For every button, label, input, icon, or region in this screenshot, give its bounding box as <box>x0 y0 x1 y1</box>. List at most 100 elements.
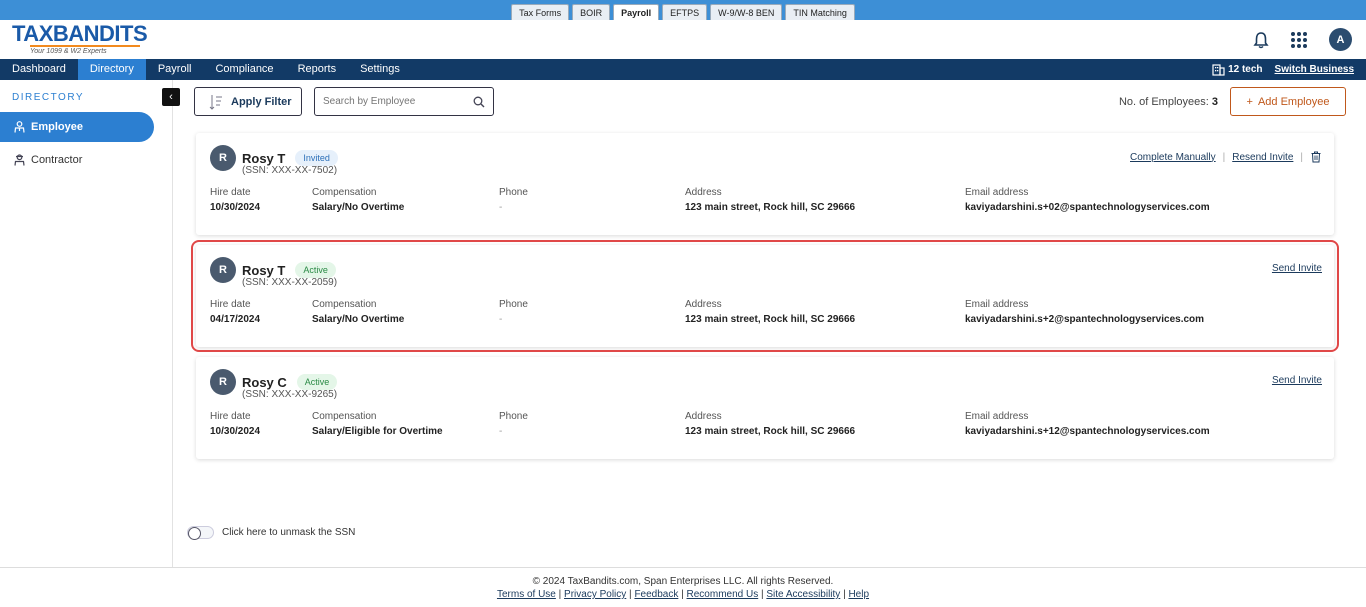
switch-business-link[interactable]: Switch Business <box>1275 64 1354 75</box>
employee-count-value: 3 <box>1211 95 1218 108</box>
employee-card: R Rosy T Invited (SSN: XXX-XX-7502) Hire… <box>196 133 1334 235</box>
footer-link-feedback[interactable]: Feedback <box>634 589 678 600</box>
employee-directory: Apply Filter No. of Employees: 3 + Add E… <box>191 80 1346 459</box>
logo-wordmark: TAXBANDITS <box>12 21 148 46</box>
nav-compliance[interactable]: Compliance <box>203 59 285 80</box>
business-name: 12 tech <box>1228 64 1263 75</box>
nav-directory[interactable]: Directory <box>77 59 146 80</box>
compensation-label: Compensation <box>312 187 377 198</box>
email-value: kaviyadarshini.s+02@spantechnologyservic… <box>965 202 1210 213</box>
logo-tagline: Your 1099 & W2 Experts <box>30 45 140 56</box>
product-tab-tax-forms[interactable]: Tax Forms <box>511 4 570 20</box>
address-value: 123 main street, Rock hill, SC 29666 <box>685 202 856 213</box>
employee-avatar: R <box>210 369 236 395</box>
search-icon[interactable] <box>473 96 485 108</box>
trash-icon[interactable] <box>1310 151 1322 163</box>
status-badge: Active <box>296 374 338 390</box>
employee-count: No. of Employees: 3 <box>1119 96 1218 108</box>
hire-date-label: Hire date <box>210 299 251 310</box>
search-box <box>314 87 494 116</box>
employee-name[interactable]: Rosy T <box>242 151 285 166</box>
email-label: Email address <box>965 187 1029 198</box>
filter-sort-icon <box>209 94 222 110</box>
footer-link-privacy[interactable]: Privacy Policy <box>564 589 626 600</box>
send-invite-link[interactable]: Send Invite <box>1272 263 1322 274</box>
footer-link-recommend[interactable]: Recommend Us <box>687 589 759 600</box>
unmask-ssn-label: Click here to unmask the SSN <box>222 527 356 538</box>
product-tab-eftps[interactable]: EFTPS <box>662 4 708 20</box>
phone-label: Phone <box>499 187 528 198</box>
address-label: Address <box>685 411 722 422</box>
resend-invite-link[interactable]: Resend Invite <box>1232 152 1293 163</box>
collapse-sidebar-button[interactable]: ‹ <box>162 88 180 106</box>
product-tab-boir[interactable]: BOIR <box>572 4 611 20</box>
nav-payroll[interactable]: Payroll <box>146 59 204 80</box>
action-separator: | <box>1222 151 1226 163</box>
compensation-value: Salary/Eligible for Overtime <box>312 426 443 437</box>
sidebar-item-employee[interactable]: Employee <box>0 112 154 142</box>
compensation-label: Compensation <box>312 411 377 422</box>
complete-manually-link[interactable]: Complete Manually <box>1130 152 1216 163</box>
product-tab-w9-w8ben[interactable]: W-9/W-8 BEN <box>710 4 783 20</box>
plus-icon: + <box>1246 95 1253 108</box>
status-badge: Invited <box>295 150 338 166</box>
hire-date-value: 10/30/2024 <box>210 202 261 213</box>
copyright-text: © 2024 TaxBandits.com, Span Enterprises … <box>532 576 834 587</box>
user-avatar[interactable]: A <box>1329 28 1352 51</box>
phone-label: Phone <box>499 411 528 422</box>
page-footer: © 2024 TaxBandits.com, Span Enterprises … <box>0 567 1366 607</box>
hire-date-value: 10/30/2024 <box>210 426 261 437</box>
address-label: Address <box>685 187 722 198</box>
search-employee-input[interactable] <box>323 96 463 107</box>
employee-icon <box>14 121 25 133</box>
product-tab-payroll[interactable]: Payroll <box>613 4 660 20</box>
contractor-icon <box>14 154 25 166</box>
unmask-ssn-control: Click here to unmask the SSN <box>187 526 356 540</box>
directory-sidebar: DIRECTORY ‹ Employee Contractor <box>0 80 180 567</box>
employee-card: R Rosy T Active (SSN: XXX-XX-2059) Hire … <box>191 240 1339 352</box>
bell-icon[interactable] <box>1253 31 1269 49</box>
address-label: Address <box>685 299 722 310</box>
nav-settings[interactable]: Settings <box>348 59 412 80</box>
apply-filter-label: Apply Filter <box>231 95 292 108</box>
employee-avatar: R <box>210 145 236 171</box>
sidebar-item-label: Employee <box>31 121 83 133</box>
employee-ssn: (SSN: XXX-XX-2059) <box>242 277 338 288</box>
email-label: Email address <box>965 411 1029 422</box>
phone-value: - <box>499 314 503 325</box>
hire-date-label: Hire date <box>210 411 251 422</box>
sidebar-item-contractor[interactable]: Contractor <box>0 145 154 175</box>
send-invite-link[interactable]: Send Invite <box>1272 375 1322 386</box>
unmask-ssn-toggle[interactable] <box>187 526 214 540</box>
hire-date-label: Hire date <box>210 187 251 198</box>
hire-date-value: 04/17/2024 <box>210 314 261 325</box>
employee-count-label: No. of Employees: <box>1118 95 1209 108</box>
building-icon <box>1212 63 1225 76</box>
phone-value: - <box>499 426 503 437</box>
phone-value: - <box>499 202 503 213</box>
employee-name[interactable]: Rosy T <box>242 263 285 278</box>
app-grid-icon[interactable] <box>1291 31 1307 48</box>
compensation-value: Salary/No Overtime <box>312 314 405 325</box>
footer-link-accessibility[interactable]: Site Accessibility <box>766 589 840 600</box>
apply-filter-button[interactable]: Apply Filter <box>194 87 302 116</box>
taxbandits-logo[interactable]: TAXBANDITS Your 1099 & W2 Experts <box>12 21 148 56</box>
footer-link-help[interactable]: Help <box>848 589 869 600</box>
status-badge: Active <box>295 262 336 278</box>
footer-link-terms[interactable]: Terms of Use <box>497 589 556 600</box>
sidebar-item-label: Contractor <box>31 154 83 166</box>
add-employee-button[interactable]: + Add Employee <box>1230 87 1346 116</box>
main-nav: Dashboard Directory Payroll Compliance R… <box>0 59 1366 80</box>
email-value: kaviyadarshini.s+12@spantechnologyservic… <box>965 426 1210 437</box>
directory-toolbar: Apply Filter No. of Employees: 3 + Add E… <box>194 80 1346 123</box>
product-tab-tin-matching[interactable]: TIN Matching <box>785 4 855 20</box>
business-indicator: 12 tech <box>1212 63 1263 76</box>
sidebar-title: DIRECTORY <box>12 92 85 103</box>
nav-reports[interactable]: Reports <box>286 59 349 80</box>
employee-ssn: (SSN: XXX-XX-9265) <box>242 389 338 400</box>
email-value: kaviyadarshini.s+2@spantechnologyservice… <box>965 314 1205 325</box>
app-header: TAXBANDITS Your 1099 & W2 Experts A <box>0 20 1366 59</box>
employee-ssn: (SSN: XXX-XX-7502) <box>242 165 338 176</box>
nav-dashboard[interactable]: Dashboard <box>0 59 78 80</box>
employee-name[interactable]: Rosy C <box>242 375 287 390</box>
